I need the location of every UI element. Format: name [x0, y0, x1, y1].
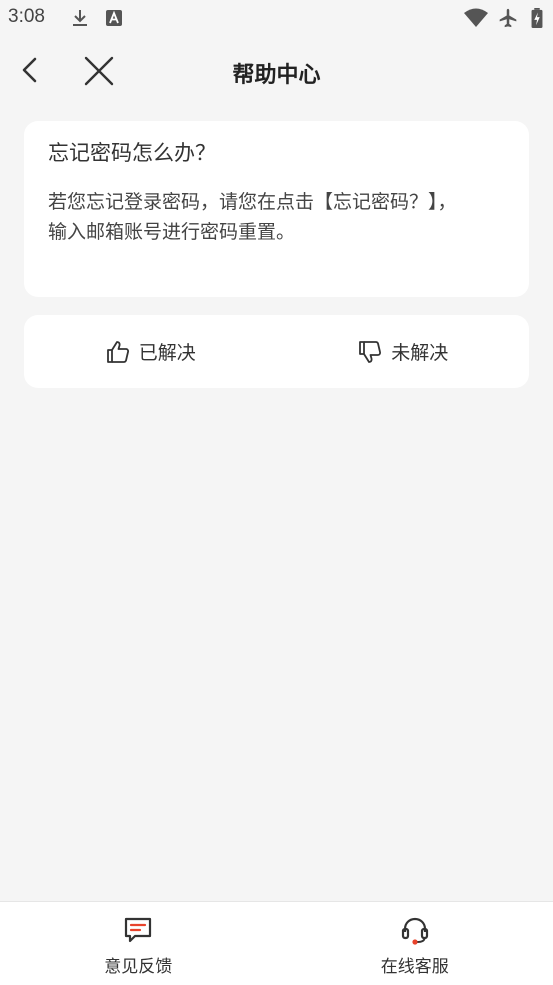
feedback-card: 已解决 未解决: [24, 315, 529, 388]
battery-icon: [530, 8, 544, 28]
bottom-bar: 意见反馈 在线客服: [0, 901, 553, 985]
feedback-tab-label: 意见反馈: [104, 952, 172, 977]
thumbs-up-icon: [105, 339, 131, 365]
feedback-tab[interactable]: 意见反馈: [0, 902, 277, 985]
page-title: 帮助中心: [0, 57, 553, 89]
download-icon: [70, 8, 90, 28]
answer-line-2: 输入邮箱账号进行密码重置。: [48, 221, 295, 243]
unresolved-label: 未解决: [391, 338, 448, 365]
support-tab[interactable]: 在线客服: [277, 902, 553, 985]
status-bar: 3:08: [0, 0, 553, 38]
header: 帮助中心: [0, 38, 553, 104]
airplane-icon: [496, 8, 520, 28]
resolved-label: 已解决: [139, 338, 196, 365]
headset-icon: [399, 914, 431, 946]
answer-line-1: 若您忘记登录密码，请您在点击【忘记密码？】，: [48, 191, 457, 213]
resolved-button[interactable]: 已解决: [24, 315, 277, 388]
wifi-icon: [463, 8, 489, 28]
question-title: 忘记密码怎么办？: [48, 139, 505, 167]
question-card: 忘记密码怎么办？ 若您忘记登录密码，请您在点击【忘记密码？】， 输入邮箱账号进行…: [24, 121, 529, 297]
feedback-chat-icon: [122, 914, 154, 946]
thumbs-down-icon: [357, 339, 383, 365]
unresolved-button[interactable]: 未解决: [277, 315, 530, 388]
support-tab-label: 在线客服: [381, 952, 449, 977]
question-answer: 若您忘记登录密码，请您在点击【忘记密码？】， 输入邮箱账号进行密码重置。: [48, 187, 505, 247]
text-icon: [104, 8, 124, 28]
status-time: 3:08: [8, 6, 45, 28]
